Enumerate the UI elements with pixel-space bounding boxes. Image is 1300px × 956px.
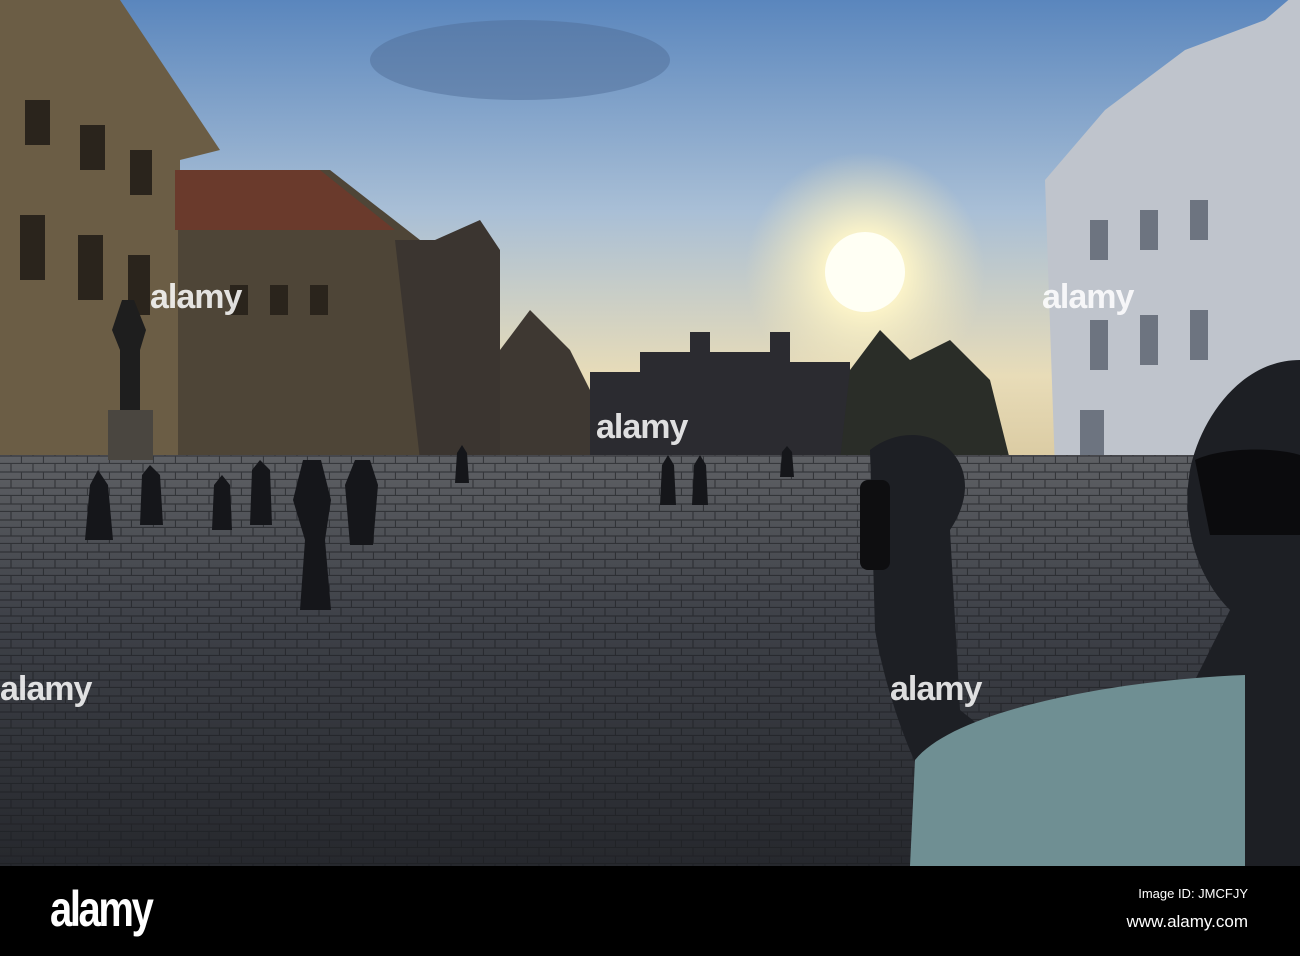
footer-bar: alamy Image ID: JMCFJY www.alamy.com <box>0 866 1300 956</box>
image-id: Image ID: JMCFJY <box>1138 886 1248 901</box>
stock-photo: alamy alamy alamy alamy alamy alamy Imag… <box>0 0 1300 956</box>
watermark: alamy <box>596 408 688 446</box>
phone <box>860 480 890 570</box>
watermark: alamy <box>890 670 982 708</box>
sun-disk <box>825 232 905 312</box>
watermark: alamy <box>150 278 242 316</box>
sunglasses <box>1195 449 1300 535</box>
watermark: alamy <box>1042 278 1134 316</box>
watermark: alamy <box>0 670 92 708</box>
website: www.alamy.com <box>1126 912 1248 931</box>
alamy-logo: alamy <box>50 881 154 937</box>
